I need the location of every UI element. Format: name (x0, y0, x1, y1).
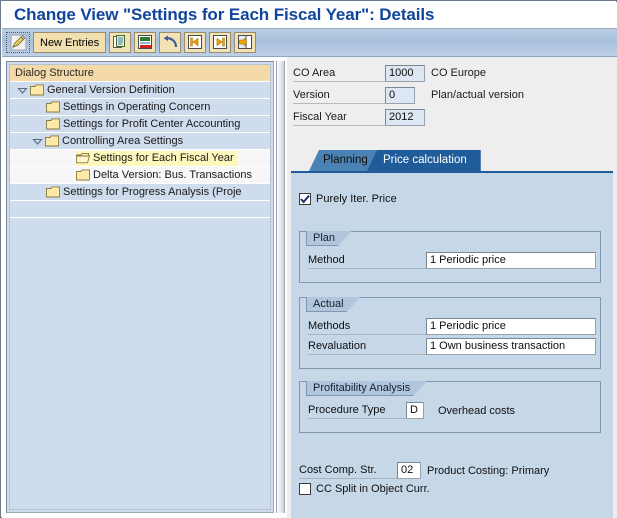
folder-icon (76, 169, 90, 181)
plan-method-input[interactable]: 1 Periodic price (426, 252, 596, 269)
chevron-down-icon[interactable] (29, 136, 45, 147)
previous-entry-button[interactable] (184, 32, 207, 53)
chevron-down-icon[interactable] (14, 85, 30, 96)
folder-open-icon (76, 152, 90, 164)
price-calculation-panel: Purely Iter. Price Plan Method 1 Periodi… (291, 171, 613, 518)
dialog-structure-tree[interactable]: Dialog Structure General Version Definit… (9, 64, 271, 510)
tree-item-controlling-area-settings[interactable]: Controlling Area Settings (10, 133, 270, 150)
fiscal-year-label: Fiscal Year (293, 109, 385, 126)
co-area-label: CO Area (293, 65, 385, 82)
actual-revaluation-input[interactable]: 1 Own business transaction (426, 338, 596, 355)
new-entries-label: New Entries (40, 36, 100, 49)
tree-item-label: Controlling Area Settings (62, 134, 184, 147)
actual-methods-input[interactable]: 1 Periodic price (426, 318, 596, 335)
previous-entry-icon (187, 35, 203, 50)
profitability-analysis-group-title: Profitability Analysis (306, 381, 427, 396)
purely-iter-price-checkbox[interactable] (299, 193, 311, 205)
version-row: Version 0 Plan/actual version (287, 85, 617, 105)
procedure-type-input[interactable]: D (406, 402, 424, 419)
tree-empty-area (10, 218, 270, 509)
header-fields: CO Area 1000 CO Europe Version 0 Plan/ac… (287, 63, 617, 129)
folder-icon (46, 118, 60, 130)
cost-comp-str-input[interactable]: 02 (397, 462, 421, 479)
tree-item-label: Settings for Profit Center Accounting (63, 117, 241, 130)
plan-method-label: Method (308, 252, 426, 269)
delete-button[interactable] (134, 32, 157, 53)
new-entries-button[interactable]: New Entries (33, 32, 107, 53)
tab-strip: Planning Price calculation (287, 150, 617, 172)
tree-item-settings-for-each-fiscal-year[interactable]: Settings for Each Fiscal Year (10, 150, 270, 167)
actual-methods-row: Methods 1 Periodic price (308, 318, 596, 335)
other-entry-button[interactable] (234, 32, 257, 53)
profitability-analysis-group: Profitability Analysis Procedure Type D … (299, 381, 601, 433)
tree-item-general-version-definition[interactable]: General Version Definition (10, 82, 270, 99)
folder-icon (46, 186, 60, 198)
next-entry-icon (212, 35, 228, 50)
display-change-toggle-button[interactable] (6, 32, 30, 53)
tree-header-label: Dialog Structure (15, 67, 94, 79)
actual-revaluation-label: Revaluation (308, 338, 426, 355)
tree-item-settings-for-progress-analysis[interactable]: Settings for Progress Analysis (Proje (10, 184, 270, 201)
tree-item-delta-version-bus-transactions[interactable]: Delta Version: Bus. Transactions (10, 167, 270, 184)
sap-window: Change View "Settings for Each Fiscal Ye… (0, 0, 617, 518)
cc-split-label: CC Split in Object Curr. (316, 483, 430, 495)
folder-icon (46, 101, 60, 113)
copy-as-button[interactable] (109, 32, 132, 53)
tree-item-label: Settings in Operating Concern (63, 100, 211, 113)
save-delete-icon (137, 35, 153, 50)
tree-item-label: Settings for Progress Analysis (Proje (63, 185, 242, 198)
co-area-row: CO Area 1000 CO Europe (287, 63, 617, 83)
splitter-thumb[interactable] (277, 61, 284, 513)
cc-split-row: CC Split in Object Curr. (299, 483, 430, 495)
dialog-structure-panel: Dialog Structure General Version Definit… (6, 61, 274, 513)
next-entry-button[interactable] (209, 32, 232, 53)
actual-revaluation-row: Revaluation 1 Own business transaction (308, 338, 596, 355)
plan-group-title: Plan (306, 231, 352, 246)
folder-icon (45, 135, 59, 147)
undo-change-button[interactable] (159, 32, 182, 53)
other-entry-icon (237, 35, 253, 50)
cost-comp-str-description: Product Costing: Primary (427, 464, 550, 477)
fiscal-year-row: Fiscal Year 2012 (287, 107, 617, 127)
purely-iter-price-label: Purely Iter. Price (316, 193, 397, 205)
cost-comp-str-label: Cost Comp. Str. (299, 462, 397, 479)
folder-icon (30, 84, 44, 96)
tree-item-label: Settings for Each Fiscal Year (93, 151, 234, 164)
plan-method-row: Method 1 Periodic price (308, 252, 596, 269)
tree-item-settings-in-operating-concern[interactable]: Settings in Operating Concern (10, 99, 270, 116)
version-input[interactable]: 0 (385, 86, 415, 104)
purely-iter-price-row: Purely Iter. Price (299, 193, 397, 205)
page-title: Change View "Settings for Each Fiscal Ye… (14, 5, 435, 24)
detail-pane: CO Area 1000 CO Europe Version 0 Plan/ac… (287, 57, 617, 518)
actual-methods-label: Methods (308, 318, 426, 335)
tree-item-label: Delta Version: Bus. Transactions (93, 168, 252, 181)
co-area-description: CO Europe (431, 67, 487, 79)
procedure-type-row: Procedure Type D Overhead costs (308, 402, 515, 419)
actual-group: Actual Methods 1 Periodic price Revaluat… (299, 297, 601, 369)
procedure-type-description: Overhead costs (438, 404, 516, 417)
tree-empty-row (10, 201, 270, 218)
copy-icon (112, 35, 128, 50)
plan-group: Plan Method 1 Periodic price (299, 231, 601, 283)
tab-price-calculation[interactable]: Price calculation (367, 150, 481, 171)
version-label: Version (293, 87, 385, 104)
actual-group-title: Actual (306, 297, 361, 312)
window-title-bar: Change View "Settings for Each Fiscal Ye… (2, 2, 617, 29)
main-content-area: Dialog Structure General Version Definit… (2, 57, 617, 518)
version-description: Plan/actual version (431, 89, 524, 101)
cost-comp-str-row: Cost Comp. Str. 02 Product Costing: Prim… (299, 462, 549, 479)
tree-header: Dialog Structure (10, 65, 270, 82)
application-toolbar: New Entries (2, 29, 617, 57)
tree-item-settings-for-profit-center-accounting[interactable]: Settings for Profit Center Accounting (10, 116, 270, 133)
pane-splitter-scrollbar[interactable] (276, 61, 285, 513)
undo-icon (162, 35, 179, 50)
procedure-type-label: Procedure Type (308, 402, 406, 419)
fiscal-year-input[interactable]: 2012 (385, 108, 425, 126)
cc-split-checkbox[interactable] (299, 483, 311, 495)
co-area-input[interactable]: 1000 (385, 64, 425, 82)
tree-item-label: General Version Definition (47, 83, 175, 96)
pencil-icon (10, 34, 27, 51)
